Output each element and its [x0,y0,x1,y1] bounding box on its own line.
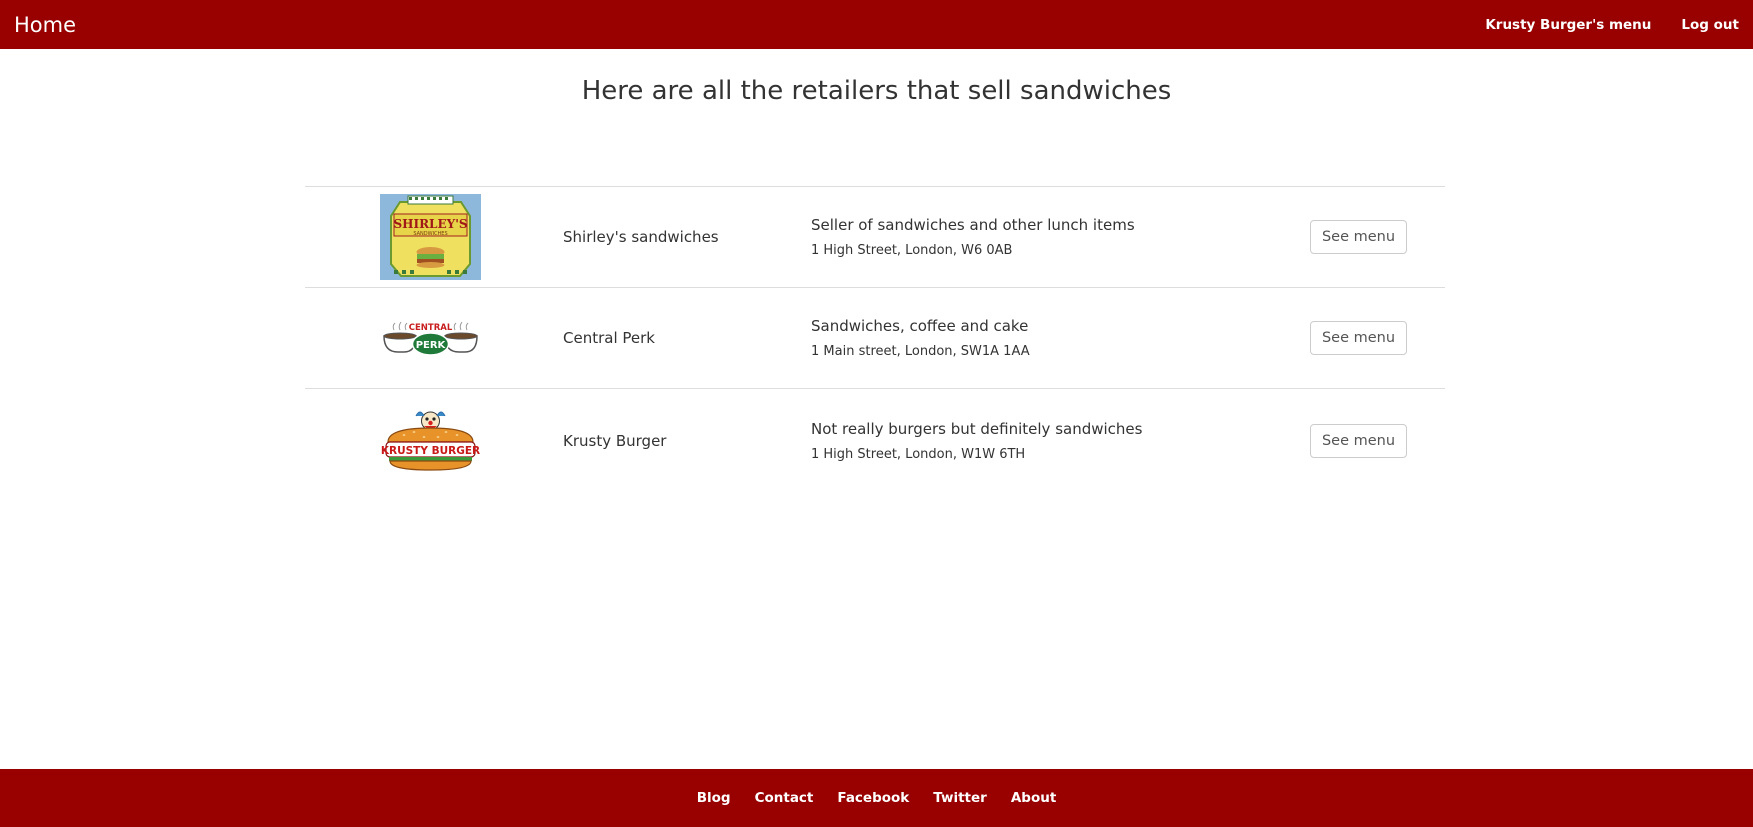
retailer-name: Krusty Burger [563,432,667,450]
footer: Blog Contact Facebook Twitter About [0,769,1753,827]
retailer-description: Not really burgers but definitely sandwi… [811,419,1143,438]
svg-text:KRUSTY BURGER: KRUSTY BURGER [381,445,480,457]
retailer-address: 1 Main street, London, SW1A 1AA [811,343,1030,359]
footer-link-about[interactable]: About [1011,790,1056,806]
retailer-row: SHIRLEY'S SANDWICHES Shirley's sandwiche… [305,187,1445,288]
krusty-burger-logo: KRUSTY BURGER [380,398,481,484]
central-perk-logo: CENTRAL PERK [380,295,481,381]
footer-link-contact[interactable]: Contact [755,790,814,806]
retailer-description: Seller of sandwiches and other lunch ite… [811,215,1135,234]
log-out-link[interactable]: Log out [1681,17,1739,33]
retailer-name: Central Perk [563,329,655,347]
retailer-details: Seller of sandwiches and other lunch ite… [811,215,1135,260]
retailer-details: Sandwiches, coffee and cake 1 Main stree… [811,316,1030,361]
home-link[interactable]: Home [14,13,76,37]
retailer-row: KRUSTY BURGER Krusty Burger Not really b… [305,389,1445,493]
page-title: Here are all the retailers that sell san… [581,76,1172,106]
footer-link-facebook[interactable]: Facebook [837,790,909,806]
svg-text:SHIRLEY'S: SHIRLEY'S [393,217,467,231]
see-menu-button[interactable]: See menu [1310,424,1407,458]
shirleys-sandwiches-logo: SHIRLEY'S SANDWICHES [380,194,481,280]
retailer-address: 1 High Street, London, W6 0AB [811,242,1013,258]
retailer-address: 1 High Street, London, W1W 6TH [811,446,1026,462]
retailer-name: Shirley's sandwiches [563,228,719,246]
footer-link-blog[interactable]: Blog [697,790,731,806]
see-menu-button[interactable]: See menu [1310,220,1407,254]
footer-link-twitter[interactable]: Twitter [933,790,987,806]
svg-text:PERK: PERK [416,340,447,351]
retailer-description: Sandwiches, coffee and cake [811,316,1029,335]
svg-text:CENTRAL: CENTRAL [409,323,453,333]
see-menu-button[interactable]: See menu [1310,321,1407,355]
svg-text:SANDWICHES: SANDWICHES [413,231,447,237]
navbar-right-links: Krusty Burger's menu Log out [1455,0,1739,49]
krusty-burger-menu-link[interactable]: Krusty Burger's menu [1485,17,1651,33]
top-navbar: Home Krusty Burger's menu Log out [0,0,1753,49]
retailer-details: Not really burgers but definitely sandwi… [811,419,1142,464]
retailer-row: CENTRAL PERK Central Perk Sandwiches, co… [305,288,1445,389]
retailers-table: SHIRLEY'S SANDWICHES Shirley's sandwiche… [305,186,1445,493]
